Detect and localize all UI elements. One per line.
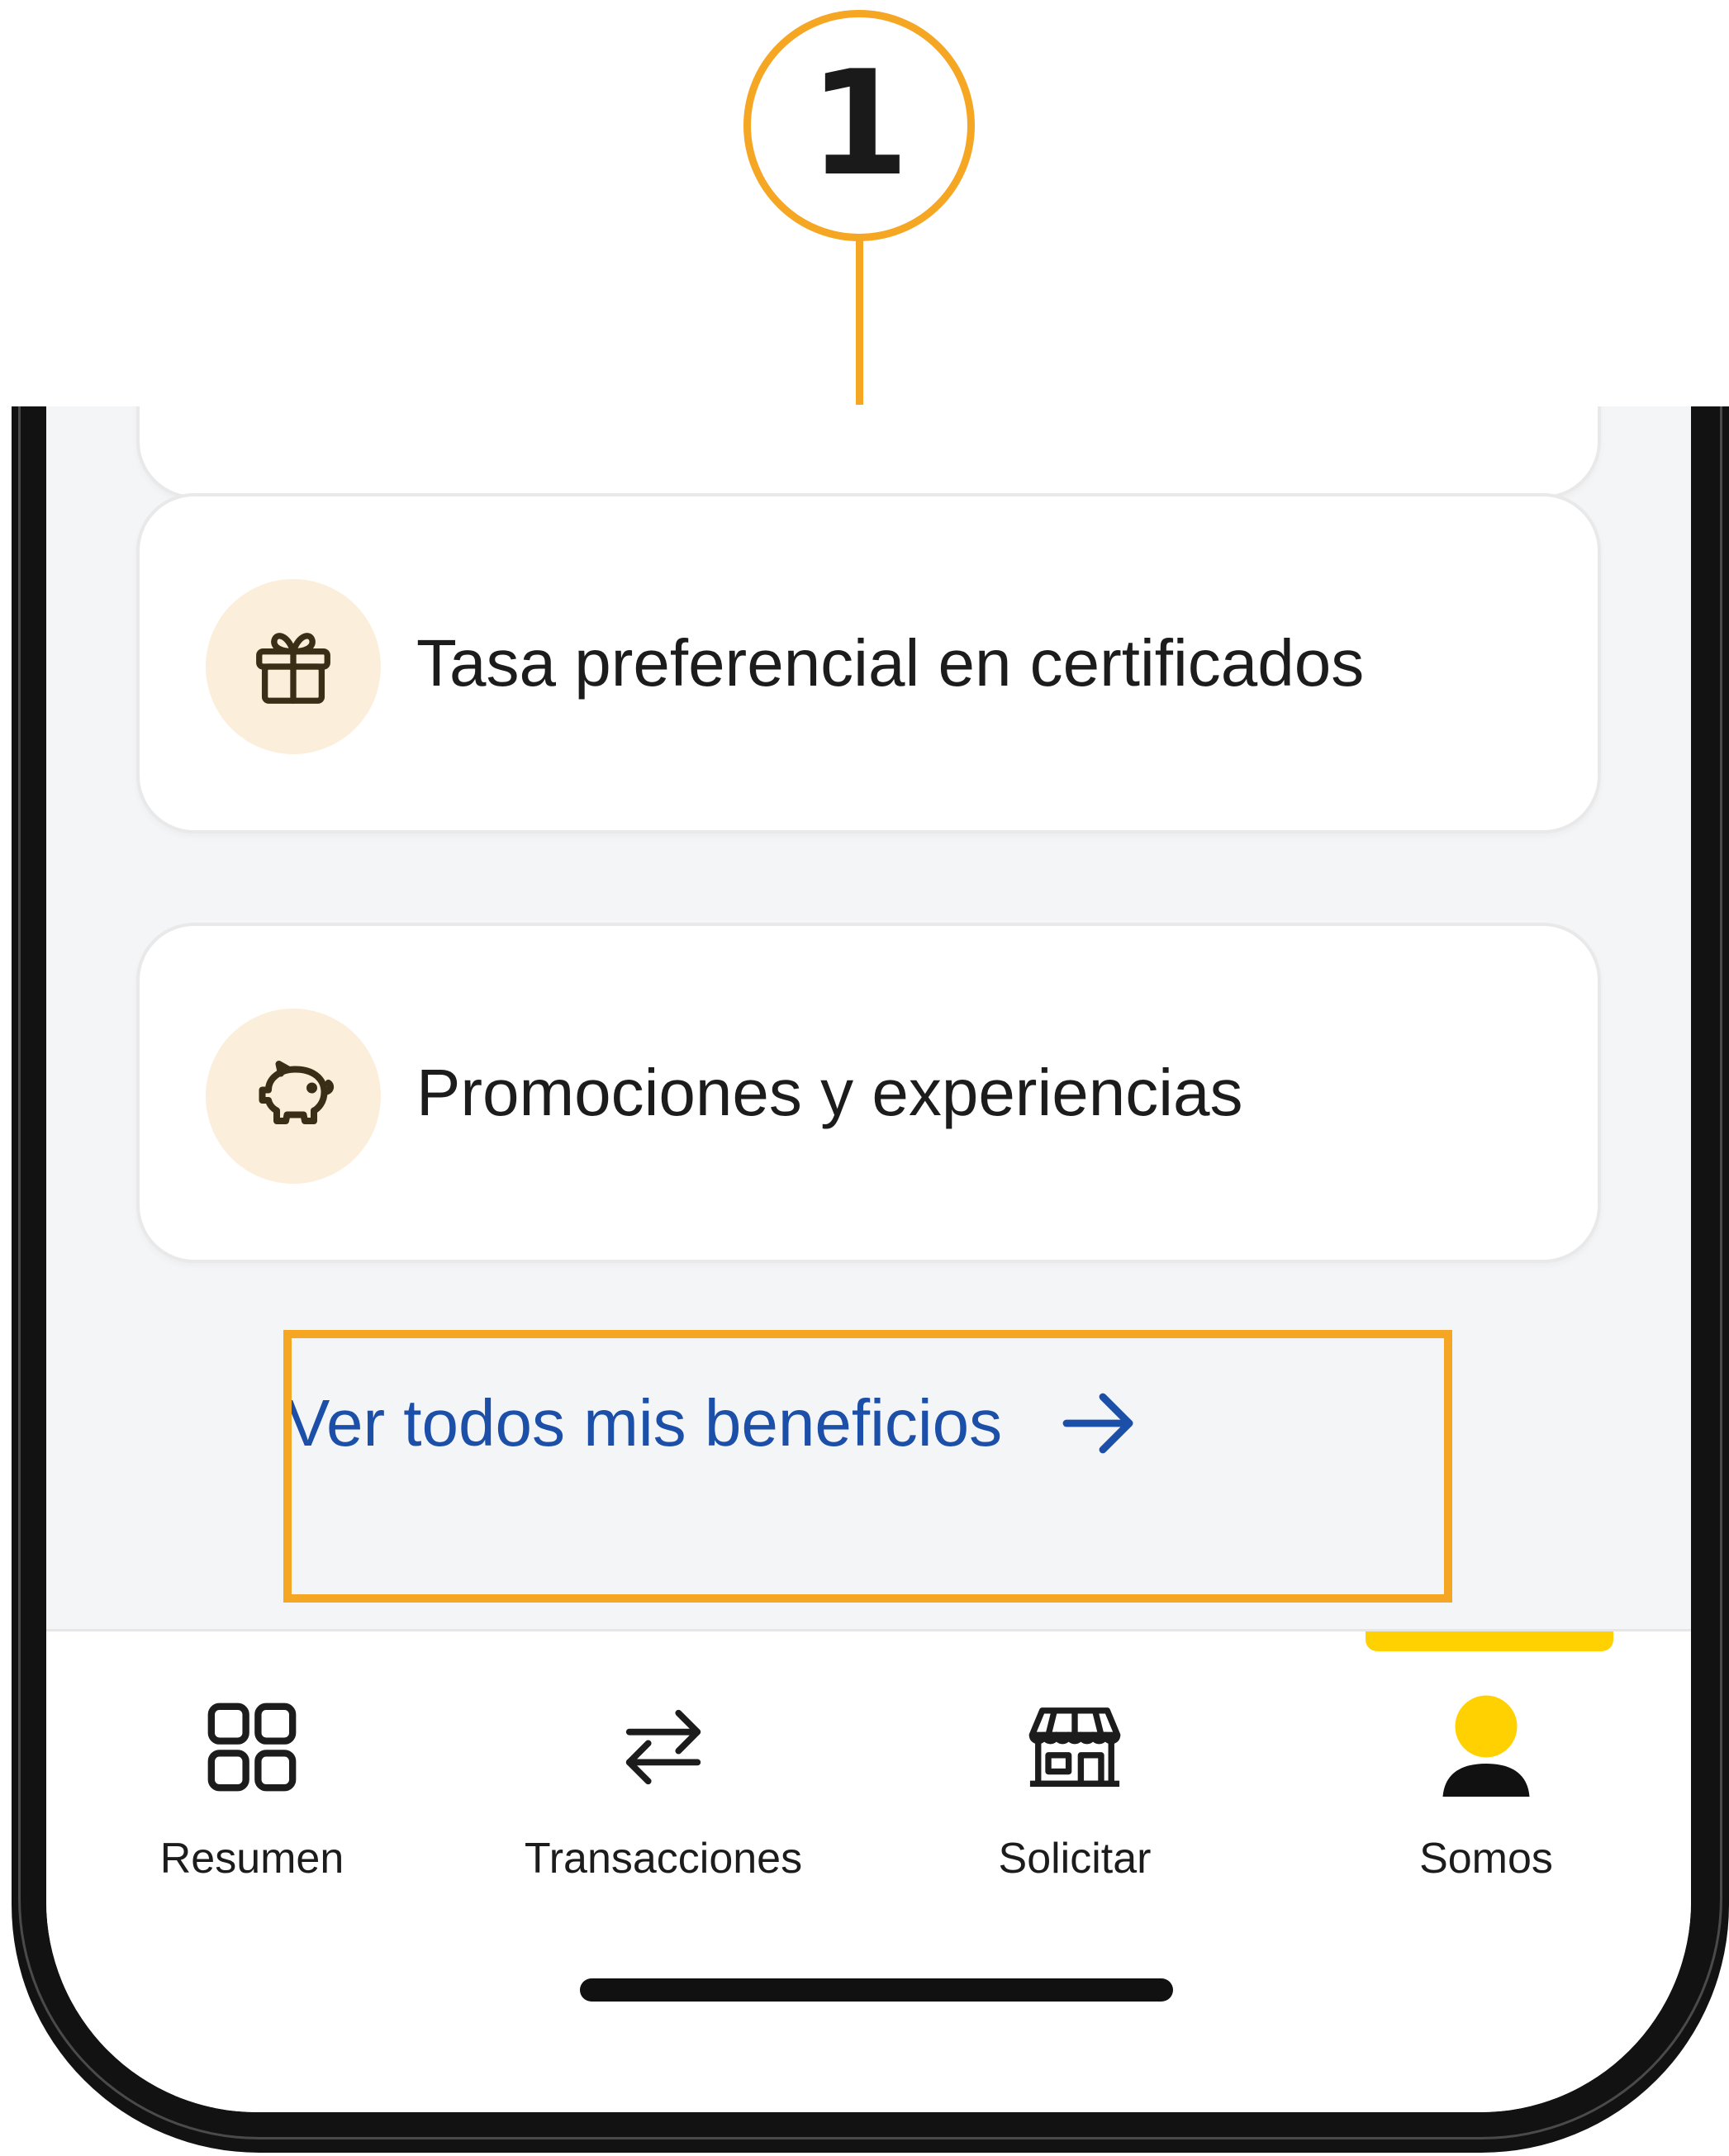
benefit-icon-circle: [206, 579, 381, 754]
piggy-bank-icon: [259, 1061, 335, 1124]
callout-highlight-box: [283, 1330, 1452, 1603]
benefit-label: Promociones y experiencias: [416, 1056, 1243, 1129]
tutorial-screenshot: 1 Tasa preferencial en certificados Prom…: [0, 0, 1729, 2156]
nav-label: Somos: [1419, 1835, 1553, 1883]
home-indicator[interactable]: [580, 1978, 1173, 2002]
bottom-navigation: Resumen Transacciones Solicitar Somos: [46, 1629, 1691, 2112]
nav-item-resumen[interactable]: Resumen: [46, 1693, 458, 1883]
user-avatar-icon: [1437, 1693, 1536, 1801]
active-tab-indicator: [1366, 1631, 1613, 1651]
callout-number: 1: [809, 40, 910, 208]
benefit-label: Tasa preferencial en certificados: [416, 626, 1365, 700]
store-icon: [1026, 1693, 1123, 1801]
nav-item-somos[interactable]: Somos: [1280, 1693, 1691, 1883]
transfer-arrows-icon: [618, 1693, 709, 1801]
gift-icon: [256, 633, 330, 704]
callout-line: [856, 240, 863, 405]
nav-label: Resumen: [159, 1835, 344, 1883]
callout-marker: 1: [743, 10, 975, 241]
nav-label: Transacciones: [524, 1835, 803, 1883]
nav-item-transacciones[interactable]: Transacciones: [458, 1693, 869, 1883]
benefit-card-promociones[interactable]: Promociones y experiencias: [136, 923, 1601, 1263]
nav-item-solicitar[interactable]: Solicitar: [869, 1693, 1280, 1883]
nav-label: Solicitar: [998, 1835, 1152, 1883]
benefit-card-certificados[interactable]: Tasa preferencial en certificados: [136, 493, 1601, 833]
benefit-card-partial: [136, 406, 1601, 499]
benefit-icon-circle: [206, 1009, 381, 1184]
grid-icon: [203, 1693, 301, 1801]
phone-screen: Tasa preferencial en certificados Promoc…: [46, 406, 1691, 2112]
